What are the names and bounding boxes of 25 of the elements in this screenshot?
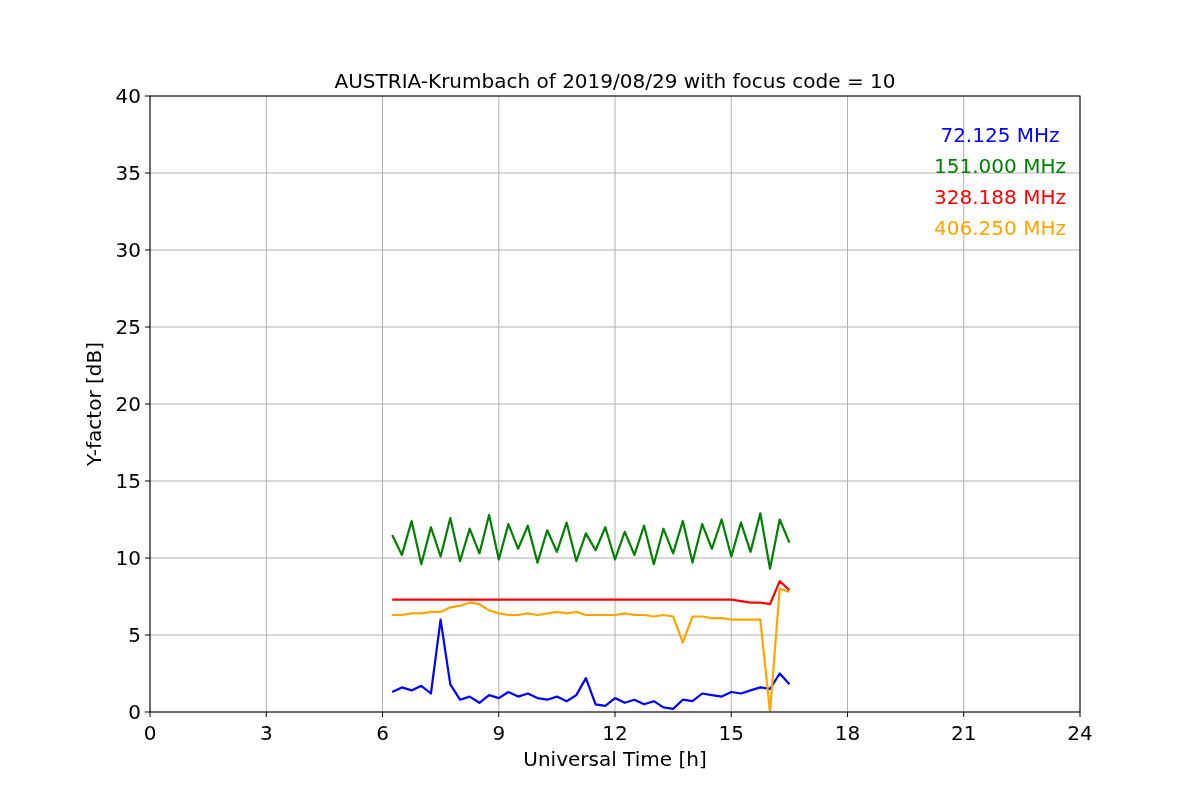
chart-title: AUSTRIA-Krumbach of 2019/08/29 with focus code = 10 [334, 69, 896, 93]
tick-label: 30 [115, 238, 141, 262]
y-axis-label: Y-factor [dB] [82, 342, 106, 466]
x-axis-label: Universal Time [h] [523, 747, 707, 771]
tick-label: 9 [492, 721, 506, 745]
tick-label: 25 [115, 315, 141, 339]
legend-label: 328.188 MHz [934, 185, 1066, 209]
tick-label: 15 [115, 469, 141, 493]
tick-label: 5 [128, 623, 141, 647]
tick-label: 10 [115, 546, 141, 570]
tick-label: 40 [115, 84, 141, 108]
tick-label: 21 [951, 721, 977, 745]
tick-label: 0 [143, 721, 157, 745]
tick-label: 15 [718, 721, 744, 745]
legend-label: 406.250 MHz [934, 216, 1066, 240]
tick-label: 35 [115, 161, 141, 185]
legend-label: 72.125 MHz [940, 123, 1060, 147]
tick-label: 12 [602, 721, 628, 745]
tick-label: 6 [376, 721, 389, 745]
tick-label: 20 [115, 392, 141, 416]
tick-label: 24 [1067, 721, 1093, 745]
tick-label: 0 [128, 700, 141, 724]
tick-label: 3 [259, 721, 273, 745]
tick-label: 18 [834, 721, 861, 745]
legend-label: 151.000 MHz [934, 154, 1066, 178]
